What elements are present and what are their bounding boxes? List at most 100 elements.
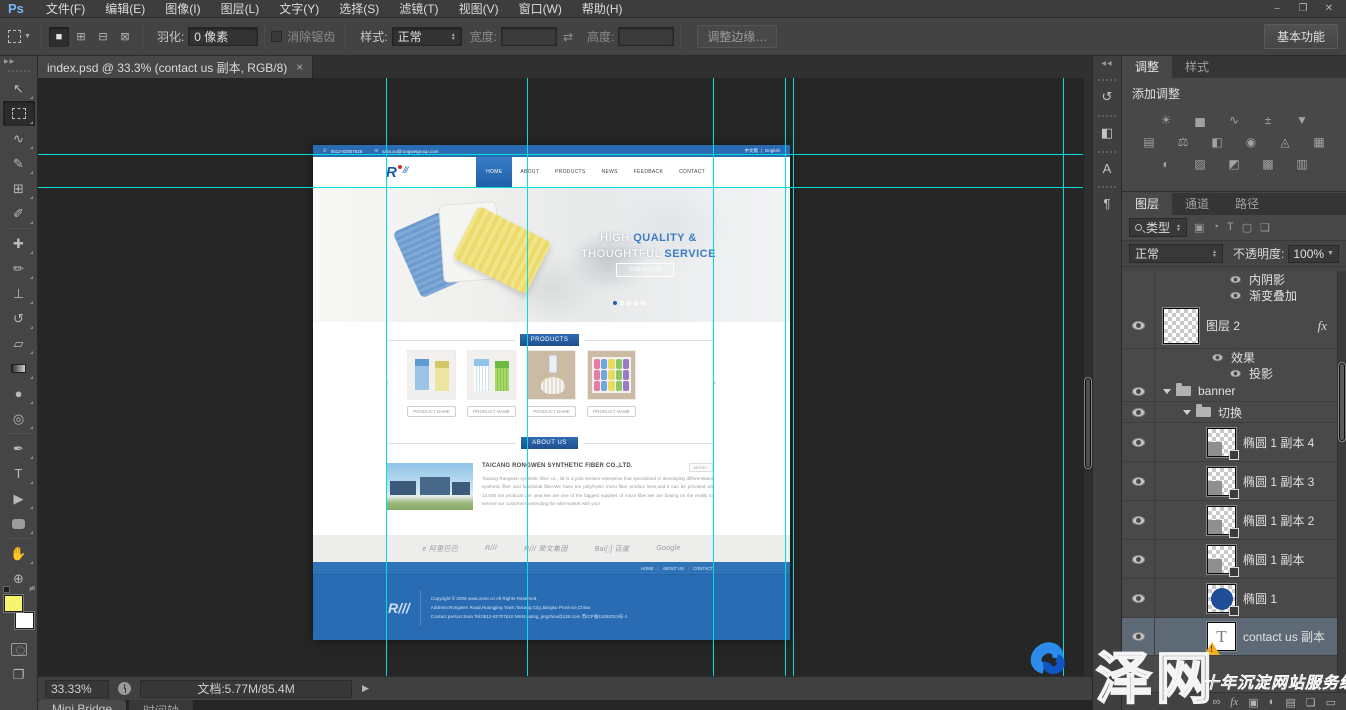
guide-vertical[interactable] — [527, 78, 528, 676]
menubar-item[interactable]: 选择(S) — [329, 0, 389, 18]
document-tab[interactable]: index.psd @ 33.3% (contact us 副本, RGB/8)… — [38, 56, 313, 78]
restore-icon[interactable]: ❐ — [1290, 0, 1316, 17]
subtract-selection-icon[interactable]: ⊟ — [93, 27, 113, 47]
swap-colors-icon[interactable]: ⇄ — [29, 584, 36, 593]
visibility-eye-icon[interactable] — [1132, 408, 1145, 417]
guide-vertical[interactable] — [785, 78, 786, 676]
new-adjustment-layer-icon[interactable]: ◐ — [1269, 696, 1276, 708]
background-color-swatch[interactable] — [15, 612, 34, 629]
scrollbar-thumb[interactable] — [1085, 378, 1091, 468]
path-selection-tool[interactable]: ▶ — [3, 486, 35, 511]
history-brush-tool[interactable]: ↺ — [3, 306, 35, 331]
layer-row[interactable]: 椭圆 1 副本 — [1122, 540, 1337, 579]
adjustments-tab[interactable]: 样式 — [1172, 56, 1222, 78]
panel-grip[interactable] — [8, 70, 30, 72]
gradient-map-icon[interactable]: ▩ — [1257, 156, 1279, 171]
quick-mask-button[interactable] — [3, 637, 35, 662]
paragraph-panel-button[interactable]: ¶ — [1098, 186, 1116, 211]
filter-smart-objects-icon[interactable]: ❏ — [1260, 221, 1270, 234]
visibility-eye-icon[interactable] — [1132, 632, 1145, 641]
hand-tool[interactable]: ✋ — [3, 541, 35, 566]
history-panel-button[interactable]: ↺ — [1098, 79, 1116, 105]
filter-adjustment-layers-icon[interactable]: ◔ — [1212, 221, 1219, 234]
layer-row[interactable]: 椭圆 1 副本 2 — [1122, 501, 1337, 540]
crop-tool[interactable]: ⊞ — [3, 176, 35, 201]
menubar-item[interactable]: 图像(I) — [155, 0, 210, 18]
layer-row[interactable]: 椭圆 1 副本 3 — [1122, 462, 1337, 501]
adjustments-tab[interactable]: 调整 — [1122, 56, 1172, 78]
close-icon[interactable]: ✕ — [1316, 0, 1342, 17]
add-selection-icon[interactable]: ⊞ — [71, 27, 91, 47]
eraser-tool[interactable]: ▱ — [3, 331, 35, 356]
visibility-eye-icon[interactable] — [1132, 321, 1145, 330]
layer-row[interactable]: 切换 — [1122, 402, 1337, 423]
guide-vertical[interactable] — [713, 78, 714, 676]
filter-shape-layers-icon[interactable]: ▢ — [1242, 221, 1252, 234]
dodge-tool[interactable]: ◎ — [3, 406, 35, 431]
photo-filter-icon[interactable]: ◉ — [1240, 134, 1262, 149]
close-tab-icon[interactable]: × — [296, 60, 303, 74]
quick-selection-tool[interactable]: ✎ — [3, 151, 35, 176]
properties-panel-button[interactable]: ◧ — [1098, 115, 1116, 141]
layer-row[interactable]: 效果 — [1122, 349, 1337, 365]
type-tool[interactable]: T — [3, 461, 35, 486]
add-layer-mask-icon[interactable]: ▣ — [1248, 696, 1258, 709]
lasso-tool[interactable]: ∿ — [3, 126, 35, 151]
link-layers-icon[interactable]: ∞ — [1212, 696, 1220, 708]
exposure-icon[interactable]: ± — [1257, 112, 1279, 127]
layers-tab[interactable]: 路径 — [1222, 193, 1272, 215]
new-layer-icon[interactable]: ❏ — [1306, 696, 1316, 709]
guide-vertical[interactable] — [793, 78, 794, 676]
layer-row[interactable]: 椭圆 1 副本 4 — [1122, 423, 1337, 462]
curves-icon[interactable]: ∿ — [1223, 112, 1245, 127]
expand-panels-icon[interactable]: ◀◀ — [1093, 56, 1121, 69]
vibrance-icon[interactable]: ▼ — [1291, 112, 1313, 127]
guide-horizontal[interactable] — [38, 154, 1092, 155]
blend-mode-dropdown[interactable]: 正常 ▲▼ — [1129, 244, 1223, 263]
hue-saturation-icon[interactable]: ▤ — [1138, 134, 1160, 149]
layer-row[interactable]: 图层 2fx — [1122, 303, 1337, 349]
layer-row[interactable]: Tcontact us 副本 — [1122, 618, 1337, 656]
layer-row[interactable]: 渐变叠加 — [1122, 287, 1337, 303]
pen-tool[interactable]: ✒ — [3, 436, 35, 461]
blur-tool[interactable]: ● — [3, 381, 35, 406]
clone-stamp-tool[interactable]: ⊥ — [3, 281, 35, 306]
height-input[interactable] — [618, 27, 674, 46]
layers-tab[interactable]: 通道 — [1172, 193, 1222, 215]
guide-vertical[interactable] — [1063, 78, 1064, 676]
channel-mixer-icon[interactable]: ◬ — [1274, 134, 1296, 149]
tool-preset-picker[interactable]: ▼ — [4, 30, 35, 43]
visibility-eye-icon[interactable] — [1230, 275, 1240, 282]
delete-layer-icon[interactable]: ▭ — [1326, 696, 1336, 709]
visibility-eye-icon[interactable] — [1230, 291, 1240, 298]
layer-effects-badge[interactable]: fx — [1318, 318, 1327, 334]
color-balance-icon[interactable]: ⚖ — [1172, 134, 1194, 149]
layers-scrollbar[interactable] — [1337, 271, 1346, 692]
visibility-eye-icon[interactable] — [1230, 369, 1240, 376]
layer-row[interactable]: 内阴影 — [1122, 271, 1337, 287]
layer-row[interactable]: 椭圆 1 — [1122, 579, 1337, 618]
filter-pixel-layers-icon[interactable]: ▣ — [1194, 221, 1204, 234]
layer-row[interactable]: 投影 — [1122, 365, 1337, 381]
menubar-item[interactable]: 文件(F) — [36, 0, 95, 18]
black-white-icon[interactable]: ◧ — [1206, 134, 1228, 149]
rounded-rectangle-tool[interactable] — [3, 511, 35, 536]
color-lookup-icon[interactable]: ▦ — [1308, 134, 1330, 149]
visibility-eye-icon[interactable] — [1132, 387, 1145, 396]
new-group-icon[interactable]: ▤ — [1285, 696, 1295, 709]
canvas-area[interactable]: ✆ 0512-82907626 ✉ sara.xu@rongweigroup.c… — [38, 78, 1092, 676]
minimize-icon[interactable]: – — [1264, 0, 1290, 17]
visibility-eye-icon[interactable] — [1132, 555, 1145, 564]
scrollbar-thumb[interactable] — [1339, 363, 1345, 441]
invert-icon[interactable]: ◐ — [1155, 156, 1177, 171]
foreground-color-swatch[interactable] — [4, 595, 23, 612]
filter-type-layers-icon[interactable]: T — [1227, 221, 1234, 234]
bottom-tab[interactable]: Mini Bridge — [38, 700, 126, 710]
menubar-item[interactable]: 视图(V) — [449, 0, 509, 18]
visibility-eye-icon[interactable] — [1212, 353, 1222, 360]
menubar-item[interactable]: 图层(L) — [211, 0, 270, 18]
move-tool[interactable]: ↖ — [3, 76, 35, 101]
width-input[interactable] — [501, 27, 557, 46]
zoom-level-input[interactable]: 33.33% — [45, 680, 109, 698]
layer-row[interactable]: banner — [1122, 381, 1337, 402]
